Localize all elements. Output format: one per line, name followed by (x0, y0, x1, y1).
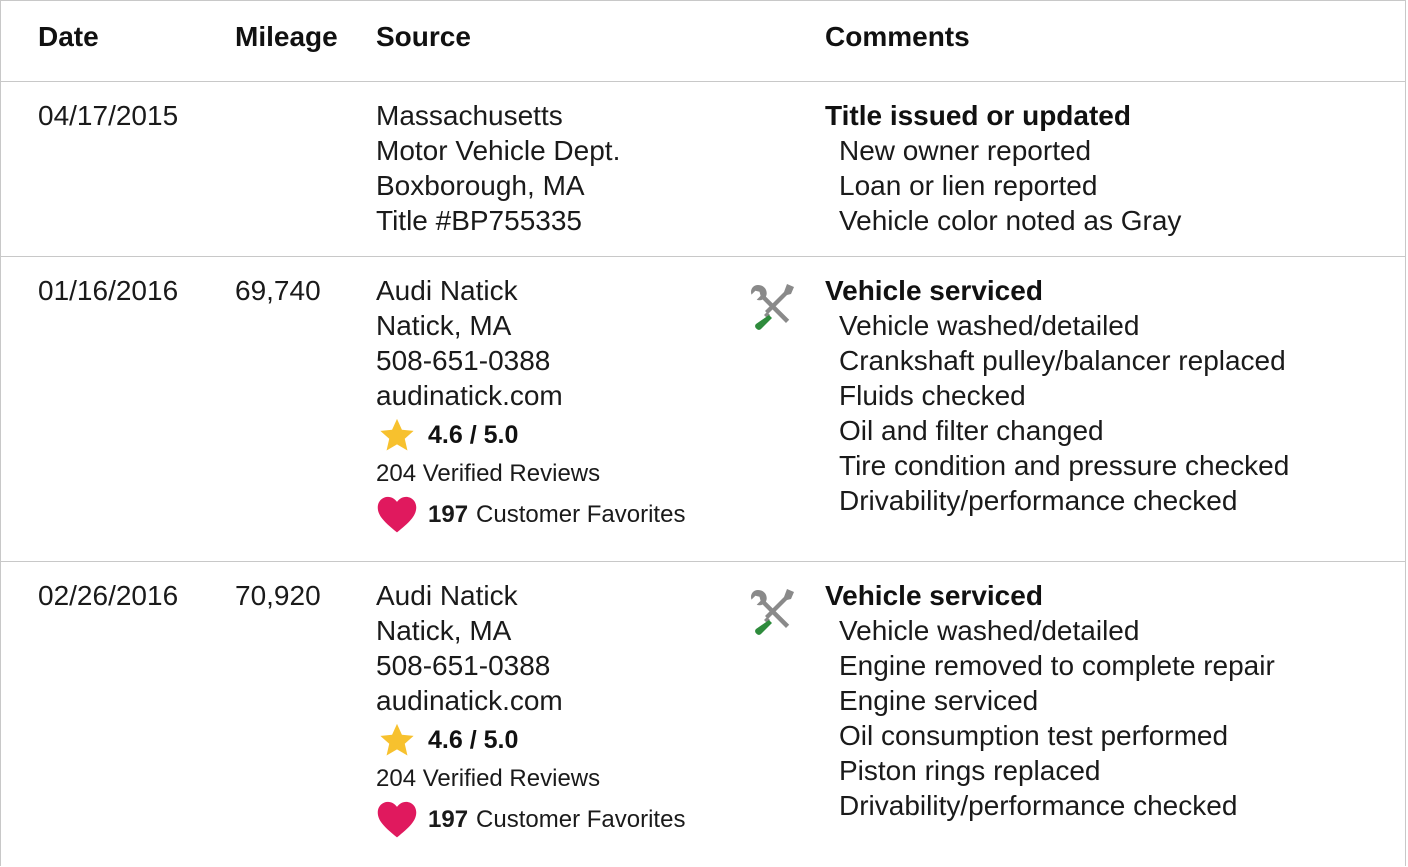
header-comments: Comments (825, 21, 970, 52)
source-dept: Motor Vehicle Dept. (376, 135, 621, 166)
comment-item: New owner reported (839, 135, 1092, 166)
source-location: Natick, MA (376, 615, 512, 646)
rating-value: 4.6 / 5.0 (428, 725, 519, 754)
favorites-label: Customer Favorites (476, 500, 686, 528)
comment-item: Loan or lien reported (839, 170, 1098, 201)
verified-reviews-link[interactable]: 204 Verified Reviews (376, 760, 685, 798)
source-name: Massachusetts (376, 100, 563, 131)
comment-item: Drivability/performance checked (839, 790, 1238, 821)
verified-reviews-link[interactable]: 204 Verified Reviews (376, 455, 685, 493)
comment-item: Oil and filter changed (839, 415, 1104, 446)
customer-favorites: 197 Customer Favorites (376, 798, 685, 840)
source-name: Audi Natick (376, 580, 518, 611)
source-phone[interactable]: 508-651-0388 (376, 343, 685, 378)
source-website-link[interactable]: audinatick.com (376, 683, 685, 718)
comment-item: Piston rings replaced (839, 755, 1101, 786)
record-date: 02/26/2016 (38, 580, 179, 611)
heart-icon (377, 801, 417, 838)
comment-item: Crankshaft pulley/balancer replaced (839, 345, 1286, 376)
record-comments: Vehicle serviced Vehicle washed/detailed… (825, 273, 1289, 518)
wrench-screwdriver-icon (751, 284, 794, 330)
record-source: Audi Natick Natick, MA 508-651-0388 audi… (376, 273, 685, 535)
comment-item: Engine serviced (839, 685, 1039, 716)
comment-item: Vehicle washed/detailed (839, 310, 1140, 341)
header-mileage: Mileage (235, 21, 338, 52)
comment-item: Vehicle washed/detailed (839, 615, 1140, 646)
rating: 4.6 / 5.0 (376, 720, 685, 760)
table-header-row: Date Mileage Source Comments (1, 1, 1405, 82)
record-source: Audi Natick Natick, MA 508-651-0388 audi… (376, 578, 685, 840)
record-comments: Title issued or updated New owner report… (825, 98, 1181, 238)
comment-item: Fluids checked (839, 380, 1026, 411)
comment-item: Vehicle color noted as Gray (839, 205, 1182, 236)
header-date: Date (38, 21, 99, 52)
heart-icon (377, 496, 417, 533)
source-website-link[interactable]: audinatick.com (376, 378, 685, 413)
comment-title: Vehicle serviced (825, 275, 1043, 306)
favorites-label: Customer Favorites (476, 805, 686, 833)
source-title-number: Title #BP755335 (376, 205, 582, 236)
record-source: Massachusetts Motor Vehicle Dept. Boxbor… (376, 98, 620, 238)
source-location: Boxborough, MA (376, 170, 585, 201)
wrench-screwdriver-icon (751, 589, 794, 635)
source-location: Natick, MA (376, 310, 512, 341)
source-name: Audi Natick (376, 275, 518, 306)
record-mileage: 69,740 (235, 275, 321, 306)
rating-value: 4.6 / 5.0 (428, 420, 519, 449)
favorites-count: 197 (428, 500, 469, 528)
comment-item: Drivability/performance checked (839, 485, 1238, 516)
record-comments: Vehicle serviced Vehicle washed/detailed… (825, 578, 1275, 823)
comment-title: Title issued or updated (825, 100, 1131, 131)
record-date: 04/17/2015 (38, 100, 179, 131)
rating: 4.6 / 5.0 (376, 415, 685, 455)
star-icon (380, 418, 414, 451)
source-phone[interactable]: 508-651-0388 (376, 648, 685, 683)
record-date: 01/16/2016 (38, 275, 179, 306)
customer-favorites: 197 Customer Favorites (376, 493, 685, 535)
table-row: 02/26/2016 70,920 Audi Natick Natick, MA… (1, 562, 1405, 866)
table-row: 01/16/2016 69,740 Audi Natick Natick, MA… (1, 257, 1405, 562)
comment-title: Vehicle serviced (825, 580, 1043, 611)
favorites-count: 197 (428, 805, 469, 833)
vehicle-history-table: Date Mileage Source Comments 04/17/2015 … (0, 0, 1406, 866)
table-row: 04/17/2015 Massachusetts Motor Vehicle D… (1, 82, 1405, 257)
comment-item: Engine removed to complete repair (839, 650, 1275, 681)
comment-item: Tire condition and pressure checked (839, 450, 1290, 481)
comment-item: Oil consumption test performed (839, 720, 1229, 751)
record-mileage: 70,920 (235, 580, 321, 611)
star-icon (380, 723, 414, 756)
header-source: Source (376, 21, 471, 52)
